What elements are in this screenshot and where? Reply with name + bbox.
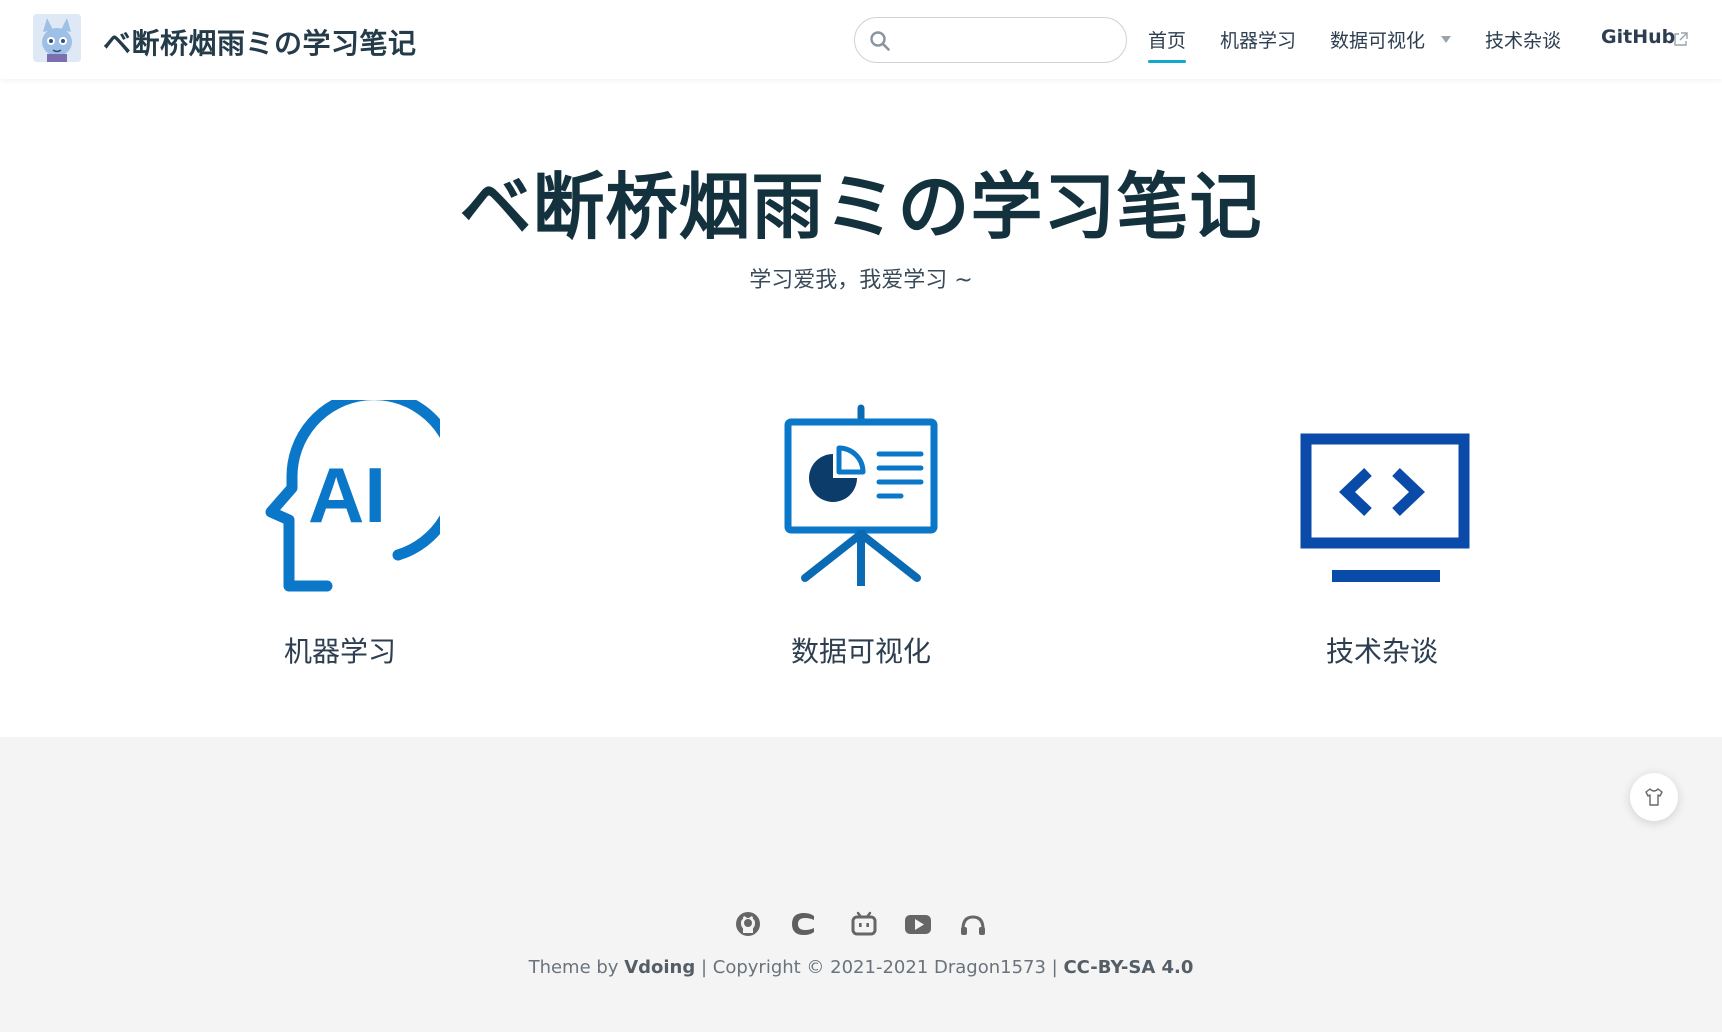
logo-avatar-icon <box>33 14 81 62</box>
feature-data-visualization[interactable]: 数据可视化 <box>721 400 1001 670</box>
copyright-prefix: Theme by <box>528 957 625 978</box>
feature-label: 技术杂谈 <box>1325 635 1438 668</box>
hero-title: ベ断桥烟雨ミの学习笔记 <box>459 165 1263 249</box>
copyright-text: Theme by Vdoing | Copyright © 2021-2021 … <box>0 957 1722 978</box>
feature-label: 数据可视化 <box>790 635 931 668</box>
youtube-link[interactable] <box>903 909 933 939</box>
feature-label: 机器学习 <box>283 635 396 668</box>
site-name[interactable]: ベ断桥烟雨ミの学习笔记 <box>103 22 417 62</box>
csdn-link[interactable] <box>788 909 818 939</box>
bilibili-icon <box>851 911 877 936</box>
presentation-board-icon <box>784 404 938 586</box>
search-box[interactable] <box>854 17 1127 63</box>
navbar: ベ断桥烟雨ミの学习笔记 首页 机器学习 数据可视化 技术杂谈 GitHub <box>0 0 1722 79</box>
music-link[interactable] <box>958 909 988 939</box>
theme-link[interactable]: Vdoing <box>624 957 695 978</box>
feature-tech-talk[interactable]: 技术杂谈 <box>1242 400 1522 670</box>
nav-item-data-visualization[interactable]: 数据可视化 <box>1330 26 1425 53</box>
feature-machine-learning[interactable]: AI 机器学习 <box>200 389 480 670</box>
footer: Theme by Vdoing | Copyright © 2021-2021 … <box>0 737 1722 1032</box>
hero-description: 学习爱我，我爱学习 ~ <box>749 268 973 293</box>
copyright-middle: | Copyright © 2021-2021 Dragon1573 | <box>695 957 1064 978</box>
code-monitor-icon <box>1300 433 1470 582</box>
nav-item-tech-talk[interactable]: 技术杂谈 <box>1485 26 1561 53</box>
youtube-icon <box>905 915 931 934</box>
theme-switch-button[interactable] <box>1630 773 1678 821</box>
github-link[interactable] <box>733 909 763 939</box>
music-icon <box>961 915 985 935</box>
svg-text:AI: AI <box>308 451 386 539</box>
external-link-icon <box>1674 32 1688 46</box>
nav-item-github[interactable]: GitHub <box>1601 26 1675 48</box>
site-logo[interactable] <box>33 14 81 62</box>
search-input[interactable] <box>899 26 1114 54</box>
chevron-down-icon[interactable] <box>1441 36 1451 43</box>
bilibili-link[interactable] <box>849 909 879 939</box>
ai-head-icon: AI <box>265 389 462 592</box>
license-link[interactable]: CC-BY-SA 4.0 <box>1063 957 1193 978</box>
nav-item-home[interactable]: 首页 <box>1148 26 1187 63</box>
shirt-icon <box>1645 788 1663 806</box>
nav-item-machine-learning[interactable]: 机器学习 <box>1220 26 1296 53</box>
github-icon <box>736 912 760 936</box>
search-icon <box>870 31 890 51</box>
csdn-icon <box>792 913 814 935</box>
